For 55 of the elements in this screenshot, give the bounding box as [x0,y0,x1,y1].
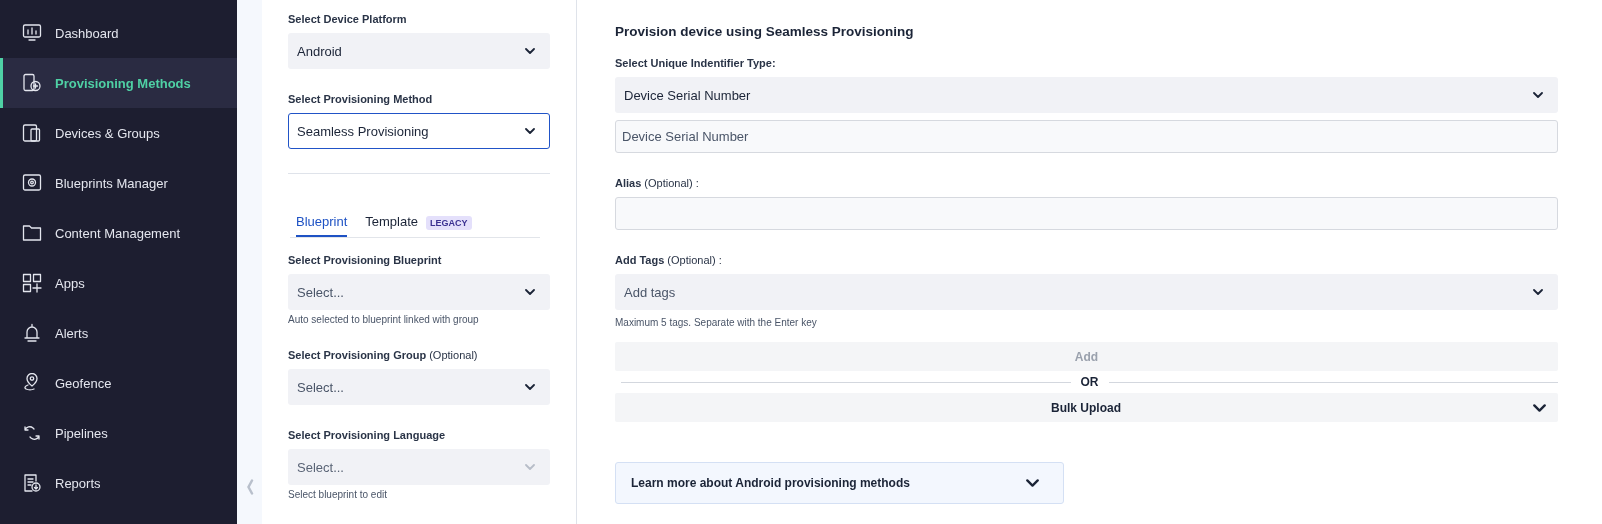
field-label: Select Unique Indentifier Type: [615,57,777,69]
chevron-down-icon [1533,403,1546,412]
help-text: Auto selected to blueprint linked with group [288,314,480,325]
field-label: Select Provisioning Group (Optional) [288,349,479,361]
collapse-icon[interactable] [245,479,254,495]
phone-plus-icon [22,73,42,93]
section-heading: Provision device using Seamless Provisioning [615,24,915,39]
chevron-down-icon [525,48,535,54]
tags-dropdown[interactable]: Add tags [615,274,1558,310]
tab[interactable]: Template [365,210,419,237]
bulk-upload-button[interactable]: Bulk Upload [615,393,1558,422]
document-download-icon [22,473,42,493]
select-dropdown[interactable]: Android [288,33,550,69]
folder-icon [22,223,42,243]
sidebar-item[interactable]: Geofence [0,358,237,408]
field-label: Add Tags (Optional) : [615,254,723,266]
monitor-chart-icon [22,23,42,43]
chevron-down-icon [1533,92,1543,98]
sidebar-item[interactable]: Apps [0,258,237,308]
chevron-down-icon [525,464,535,470]
help-text: Maximum 5 tags. Separate with the Enter key [615,317,818,328]
field-label: Select Device Platform [288,13,408,25]
select-dropdown[interactable]: Select... [288,369,550,405]
field-label: Alias (Optional) : [615,177,700,189]
legacy-badge: LEGACY [426,215,472,230]
chevron-down-icon [525,128,535,134]
sidebar-item[interactable]: Dashboard [0,8,237,58]
tab[interactable]: Blueprint [296,210,348,237]
field-label: Select Provisioning Language [288,429,447,441]
sidebar-item[interactable]: Pipelines [0,408,237,458]
input-field[interactable] [615,197,1558,230]
select-dropdown[interactable]: Select... [288,274,550,310]
select-dropdown[interactable]: Seamless Provisioning [288,113,550,149]
gear-box-icon [22,173,42,193]
bell-icon [22,323,42,343]
cycle-arrows-icon [22,423,42,443]
sidebar-item[interactable]: Blueprints Manager [0,158,237,208]
chevron-down-icon [525,384,535,390]
learn-more-accordion[interactable]: Learn more about Android provisioning methods [615,462,1064,504]
chevron-down-icon [1026,479,1039,487]
sidebar-item[interactable]: Devices & Groups [0,108,237,158]
or-divider-text: OR [1080,375,1099,389]
sidebar-item[interactable]: Provisioning Methods [0,58,237,108]
select-dropdown[interactable]: Device Serial Number [615,77,1558,113]
help-text: Select blueprint to edit [288,489,388,500]
field-label: Select Provisioning Blueprint [288,254,443,266]
grid-plus-icon [22,273,42,293]
devices-icon [22,123,42,143]
sidebar-item[interactable]: Alerts [0,308,237,358]
chevron-down-icon [1533,289,1543,295]
chevron-down-icon [525,289,535,295]
field-label: Select Provisioning Method [288,93,434,105]
sidebar-item[interactable]: Content Management [0,208,237,258]
input-field[interactable]: Device Serial Number [615,120,1558,153]
sidebar-item[interactable]: Reports [0,458,237,508]
